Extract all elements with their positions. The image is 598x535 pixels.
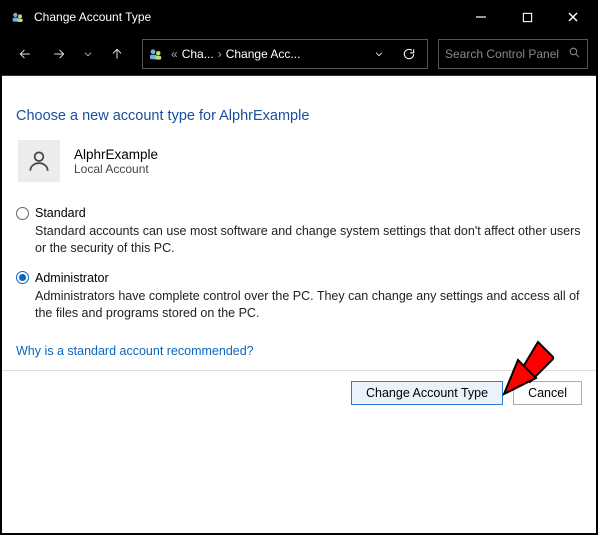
search-icon [568,46,581,62]
option-standard-label: Standard [35,206,86,220]
app-icon [10,9,26,25]
option-standard-desc: Standard accounts can use most software … [35,223,582,257]
user-name: AlphrExample [74,147,158,162]
close-button[interactable] [550,2,596,32]
option-administrator-label: Administrator [35,271,109,285]
page-heading: Choose a new account type for AlphrExamp… [16,108,582,124]
radio-standard[interactable] [16,207,29,220]
window-title: Change Account Type [34,10,458,24]
search-input[interactable]: Search Control Panel [438,39,588,69]
user-subtitle: Local Account [74,162,158,176]
minimize-button[interactable] [458,2,504,32]
breadcrumb-seg-2[interactable]: Change Acc... [226,47,301,61]
navbar: « Cha... › Change Acc... Search Control … [2,32,596,76]
maximize-button[interactable] [504,2,550,32]
option-administrator-desc: Administrators have complete control ove… [35,288,582,322]
refresh-button[interactable] [393,39,425,69]
window-controls [458,2,596,32]
option-administrator[interactable]: Administrator Administrators have comple… [16,271,582,322]
change-account-type-button[interactable]: Change Account Type [351,381,503,405]
address-history-button[interactable] [365,40,393,68]
forward-button[interactable] [44,39,74,69]
recent-locations-button[interactable] [78,39,98,69]
breadcrumb-seg-1[interactable]: Cha... [182,47,214,61]
up-button[interactable] [102,39,132,69]
option-standard[interactable]: Standard Standard accounts can use most … [16,206,582,257]
avatar [18,140,60,182]
address-icon [147,45,165,63]
divider [2,370,596,371]
search-placeholder: Search Control Panel [445,47,559,61]
back-button[interactable] [10,39,40,69]
breadcrumb-prefix: « [169,47,180,61]
button-row: Change Account Type Cancel [16,381,582,405]
cancel-button[interactable]: Cancel [513,381,582,405]
chevron-right-icon: › [216,47,224,61]
address-bar[interactable]: « Cha... › Change Acc... [142,39,428,69]
content: Choose a new account type for AlphrExamp… [2,76,596,415]
titlebar: Change Account Type [2,2,596,32]
radio-administrator[interactable] [16,271,29,284]
help-link[interactable]: Why is a standard account recommended? [16,344,254,358]
user-info: AlphrExample Local Account [16,140,582,182]
